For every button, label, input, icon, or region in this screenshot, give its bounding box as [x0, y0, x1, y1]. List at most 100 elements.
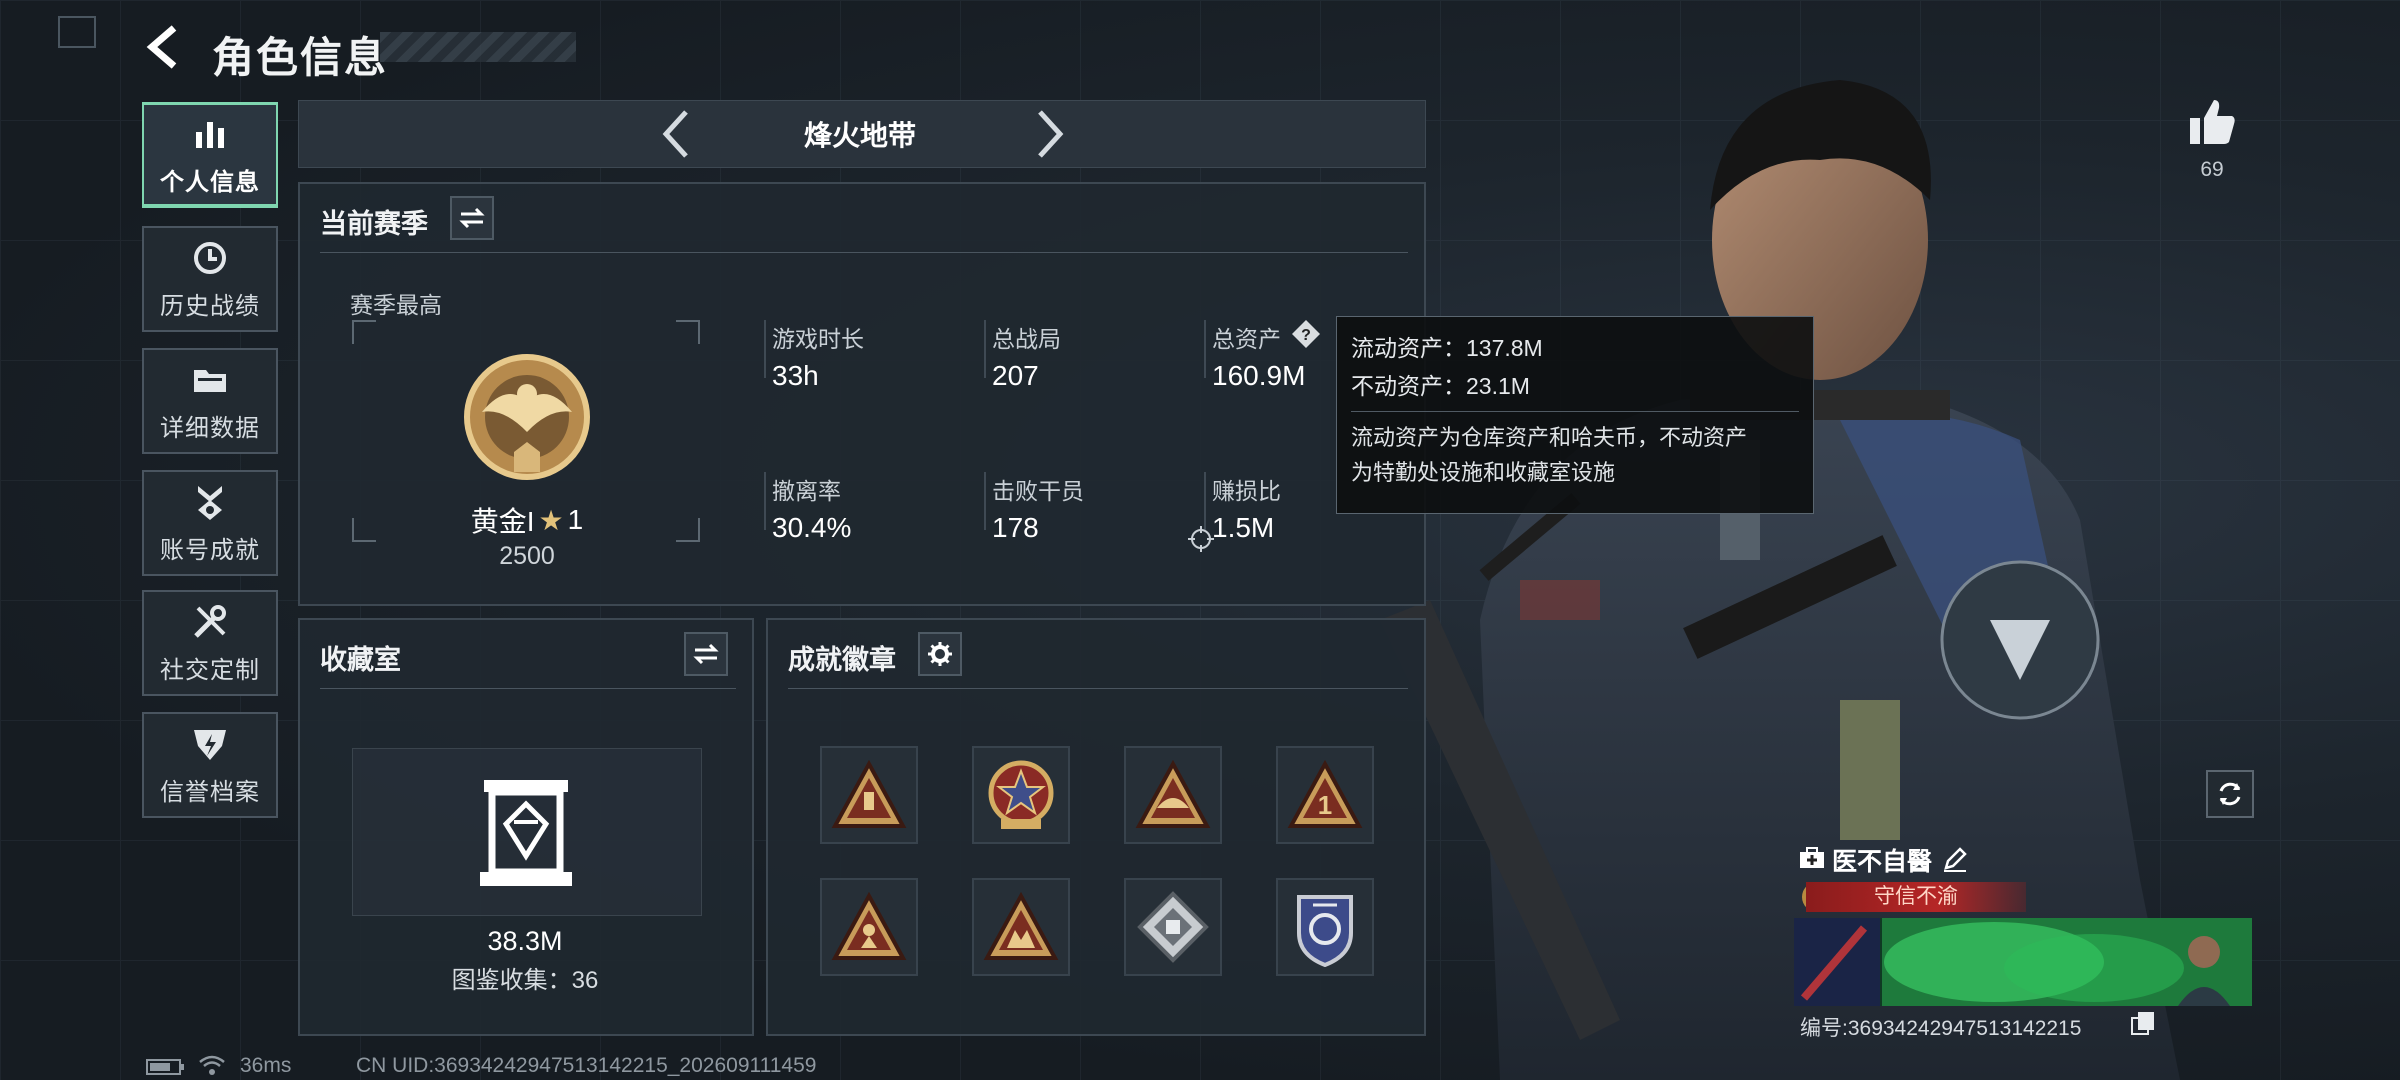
stat-value: 33h — [772, 360, 819, 391]
season-best-label: 赛季最高 — [350, 292, 442, 318]
tooltip-fixed-assets: 不动资产：23.1M — [1351, 373, 1530, 399]
folder-icon — [194, 369, 226, 392]
badge-icon — [831, 760, 907, 828]
display-case-icon — [480, 780, 572, 886]
battery-icon — [146, 1059, 184, 1075]
uid-text: CN UID:369342429475131422​15_20260911145… — [356, 1054, 817, 1077]
tooltip-liquid-assets: 流动资产：137.8M — [1351, 335, 1543, 361]
stat-divider — [764, 320, 766, 378]
achievements-settings-button[interactable] — [918, 632, 962, 676]
achievement-badge[interactable] — [1124, 878, 1222, 976]
title-stripe-decoration — [380, 32, 576, 62]
badge-icon — [983, 892, 1059, 960]
sidebar-item-reputation[interactable]: 信誉档案 — [142, 712, 278, 818]
stat-value: 30.4% — [772, 512, 852, 543]
copy-icon[interactable] — [2130, 1010, 2156, 1036]
stat-label: 击败干员 — [992, 478, 1084, 504]
stat-divider — [1204, 320, 1206, 378]
sidebar-item-label: 个人信息 — [160, 169, 260, 196]
badge-icon: 1 — [1287, 760, 1363, 828]
star-icon: ★ — [538, 504, 564, 536]
chevron-right-icon[interactable] — [1030, 106, 1070, 162]
svg-text:1: 1 — [1318, 790, 1332, 820]
achievement-badge[interactable] — [972, 878, 1070, 976]
sidebar-item-personal-info[interactable]: 个人信息 — [142, 102, 278, 208]
season-switch-button[interactable] — [450, 196, 494, 240]
tooltip-divider — [1351, 411, 1799, 412]
edit-pencil-icon[interactable] — [1942, 846, 1968, 872]
rank-label: 黄金I ★ 1 — [462, 500, 592, 540]
sidebar-item-history[interactable]: 历史战绩 — [142, 226, 278, 332]
stat-divider — [984, 320, 986, 378]
like-count: 69 — [2200, 158, 2224, 181]
sidebar-item-label: 社交定制 — [160, 656, 260, 684]
collection-value: 38.3M — [487, 926, 563, 956]
badge-icon — [831, 892, 907, 960]
rank-stars: 1 — [567, 504, 584, 535]
stat-value: 207 — [992, 360, 1039, 391]
achievement-badge[interactable]: 1 — [1276, 746, 1374, 844]
season-title: 当前赛季 — [320, 209, 428, 239]
svg-text:?: ? — [1301, 327, 1311, 344]
stat-divider — [1204, 472, 1206, 530]
ping-text: 36ms — [240, 1054, 292, 1077]
page-title: 角色信息 — [212, 34, 389, 81]
stat-label: 总资产 — [1212, 326, 1281, 352]
tooltip-description-line1: 流动资产为仓库资产和哈夫币，不动资产 — [1351, 425, 1748, 450]
achievement-badge[interactable] — [820, 746, 918, 844]
sidebar-item-label: 详细数据 — [160, 414, 260, 442]
collection-title: 收藏室 — [320, 645, 401, 675]
clock-icon — [194, 241, 226, 274]
stat-label: 撤离率 — [772, 478, 841, 504]
rotate-character-button[interactable] — [2206, 770, 2254, 818]
sidebar-item-detailed-data[interactable]: 详细数据 — [142, 348, 278, 454]
rank-name: 黄金I — [470, 506, 535, 537]
rank-points: 2500 — [499, 542, 555, 570]
sidebar-item-achievements[interactable]: 账号成就 — [142, 470, 278, 576]
achievement-badge[interactable] — [820, 878, 918, 976]
section-divider — [788, 688, 1408, 689]
achievement-badge[interactable] — [1276, 878, 1374, 976]
sidebar-item-label: 历史战绩 — [160, 292, 260, 320]
sidebar-item-label: 账号成就 — [160, 536, 260, 564]
swap-icon — [459, 207, 485, 229]
title-banner-text: 守信不渝 — [1874, 885, 1958, 908]
badge-icon — [1137, 891, 1209, 963]
section-divider — [320, 252, 1408, 253]
player-name: 医不自醫 — [1832, 848, 1933, 876]
collection-switch-button[interactable] — [684, 632, 728, 676]
player-id: 编号:3693424294751314​2215 — [1800, 1017, 2082, 1040]
asset-tooltip: 流动资产：137.8M 不动资产：23.1M 流动资产为仓库资产和哈夫币，不动资… — [1336, 316, 1814, 514]
stat-value: 178 — [992, 512, 1039, 543]
corner-decoration — [58, 16, 96, 48]
stat-label: 游戏时长 — [772, 326, 864, 352]
chevron-left-icon[interactable] — [656, 106, 696, 162]
stat-value: 160.9M — [1212, 360, 1306, 391]
stat-divider — [984, 472, 986, 530]
section-divider — [320, 688, 736, 689]
wifi-icon — [199, 1055, 225, 1075]
thumbs-up-icon[interactable] — [2186, 96, 2238, 148]
name-card-art — [1794, 918, 2252, 1006]
gold-rank-emblem-icon — [464, 354, 590, 480]
title-banner: 守信不渝 — [1806, 882, 2026, 912]
achievements-title: 成就徽章 — [788, 645, 896, 675]
badge-icon — [988, 760, 1054, 829]
mode-title: 烽火地带 — [803, 120, 916, 151]
crosshair-icon — [1188, 526, 1214, 552]
sidebar-item-social[interactable]: 社交定制 — [142, 590, 278, 696]
stat-value: 1.5M — [1212, 512, 1275, 543]
refresh-icon — [2219, 782, 2241, 806]
medkit-icon — [1800, 847, 1824, 868]
help-icon[interactable]: ? — [1290, 318, 1322, 350]
tooltip-description-line2: 为特勤处设施和收藏室设施 — [1351, 460, 1616, 485]
tools-icon — [194, 604, 226, 638]
name-card[interactable] — [1794, 918, 2252, 1006]
stat-divider — [764, 472, 766, 530]
swap-icon — [693, 643, 719, 665]
gear-icon — [928, 642, 952, 666]
medal-icon — [198, 485, 222, 520]
achievement-badge[interactable] — [972, 746, 1070, 844]
achievement-badge[interactable] — [1124, 746, 1222, 844]
back-arrow-icon[interactable] — [140, 22, 190, 72]
